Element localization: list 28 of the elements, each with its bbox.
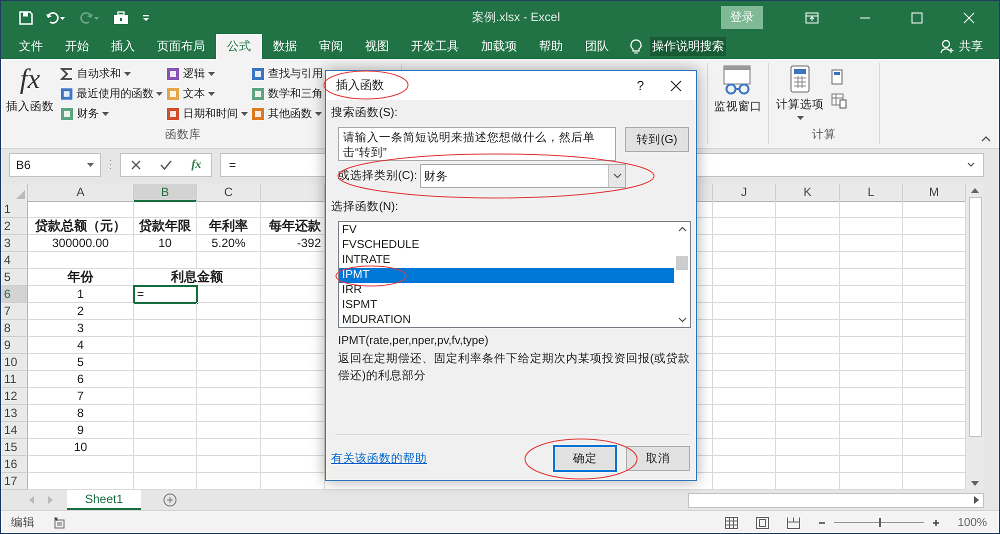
table-cell: 年利率 bbox=[197, 218, 261, 235]
table-cell: 贷款总额（元） bbox=[28, 218, 134, 235]
table-cell: 2 bbox=[28, 303, 134, 320]
table-cell: 5.20% bbox=[197, 235, 261, 252]
table-cell: 贷款年限 bbox=[134, 218, 197, 235]
group-label: 函数库 bbox=[165, 127, 201, 143]
group-label: 计算 bbox=[811, 128, 837, 143]
table-cell: 1 bbox=[28, 286, 134, 303]
table-cell: 8 bbox=[28, 405, 134, 422]
table-cell: = bbox=[134, 286, 197, 303]
function-signature: IPMT(rate,per,nper,pv,fv,type) bbox=[338, 335, 490, 347]
table-cell: 6 bbox=[28, 371, 134, 388]
function-description: 返回在定期偿还、固定利率条件下给定期次内某项投资回报(或贷款偿还)的利息部分 bbox=[338, 352, 691, 384]
function-list-label: 选择函数(N): bbox=[331, 200, 400, 215]
dialog-title: 插入函数 bbox=[336, 77, 384, 94]
search-label: 搜索函数(S): bbox=[331, 106, 399, 121]
status-mode: 编辑 bbox=[11, 516, 35, 530]
table-cell: 9 bbox=[28, 422, 134, 439]
table-cell: 10 bbox=[28, 439, 134, 456]
table-cell: 3 bbox=[28, 320, 134, 337]
table-cell: 7 bbox=[28, 388, 134, 405]
table-cell: 10 bbox=[134, 235, 197, 252]
table-cell: 300000.00 bbox=[28, 235, 134, 252]
table-cell: 4 bbox=[28, 337, 134, 354]
table-cell: 5 bbox=[28, 354, 134, 371]
table-cell: 年份 bbox=[28, 269, 134, 286]
window-title: 案例.xlsx - Excel bbox=[470, 9, 561, 26]
table-cell: 利息金额 bbox=[134, 269, 261, 286]
